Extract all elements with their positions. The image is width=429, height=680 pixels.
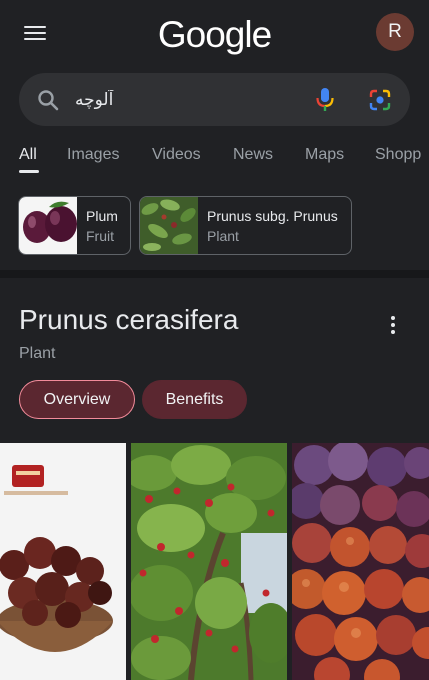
chip-title: Plum xyxy=(86,208,118,224)
overview-button[interactable]: Overview xyxy=(19,380,135,419)
chip-title: Prunus subg. Prunus xyxy=(207,208,338,224)
image-cherry-plum-tree[interactable] xyxy=(131,443,287,680)
tab-maps[interactable]: Maps xyxy=(305,146,344,164)
knowledge-panel-title: Prunus cerasifera xyxy=(19,304,239,335)
chip-subtitle: Plant xyxy=(207,228,239,244)
related-chip-prunus-subg[interactable]: Prunus subg. Prunus Plant xyxy=(139,196,352,255)
microphone-icon[interactable] xyxy=(314,87,336,113)
account-avatar[interactable]: R xyxy=(376,13,414,51)
search-icon[interactable] xyxy=(36,88,60,112)
active-tab-indicator xyxy=(19,170,39,173)
google-lens-icon[interactable] xyxy=(368,88,392,112)
top-bar: Google R xyxy=(0,0,429,68)
image-dried-plums-bowl[interactable] xyxy=(0,443,126,680)
knowledge-panel-subtitle: Plant xyxy=(19,345,56,362)
prunus-plant-thumbnail xyxy=(140,197,198,254)
image-dried-red-plums[interactable] xyxy=(292,443,429,680)
tab-all[interactable]: All xyxy=(19,146,37,164)
google-logo[interactable]: Google xyxy=(0,14,429,56)
tab-videos[interactable]: Videos xyxy=(152,146,201,164)
section-divider xyxy=(0,270,429,278)
more-options-icon[interactable] xyxy=(383,313,403,337)
search-box[interactable] xyxy=(19,73,410,126)
tab-shopping[interactable]: Shopp xyxy=(375,146,421,164)
tab-images[interactable]: Images xyxy=(67,146,119,164)
benefits-button[interactable]: Benefits xyxy=(142,380,247,419)
search-input[interactable] xyxy=(75,85,295,115)
search-tabs: All Images Videos News Maps Shopp xyxy=(0,140,429,176)
chip-subtitle: Fruit xyxy=(86,228,114,244)
plum-thumbnail xyxy=(19,197,77,254)
related-chip-plum[interactable]: Plum Fruit xyxy=(18,196,131,255)
tab-news[interactable]: News xyxy=(233,146,273,164)
